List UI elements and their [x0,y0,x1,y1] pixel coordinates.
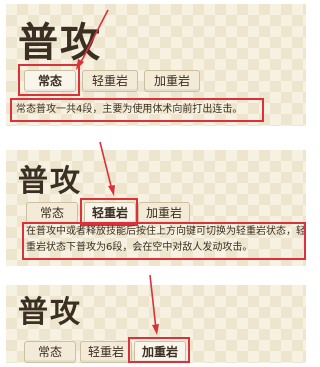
tab-normal[interactable]: 常态 [24,341,76,363]
tab-description: 在普攻中或者释放技能后按住上方向键可切换为轻重岩状态，轻重岩状态下普攻为6段，会… [26,226,306,253]
tab-description: 常态普攻一共4段，主要为使用体术向前打出连击。 [16,104,243,115]
tab-light-heavy-rock[interactable]: 轻重岩 [80,341,132,363]
pointer-arrow-icon [149,274,159,335]
pointer-arrow-icon [99,141,115,196]
tab-heavy-rock[interactable]: 加重岩 [134,341,186,363]
panel-title: 普攻 [18,164,82,199]
tab-normal[interactable]: 常态 [26,202,78,224]
pointer-arrow-icon [76,9,109,70]
tab-heavy-rock[interactable]: 加重岩 [144,70,200,92]
attack-panel-1: 普攻 常态 轻重岩 加重岩 常态普攻一共4段，主要为使用体术向前打出连击。 [6,4,306,126]
panel-title: 普攻 [18,295,82,330]
tab-heavy-rock[interactable]: 加重岩 [138,202,190,224]
tab-light-heavy-rock[interactable]: 轻重岩 [84,202,136,224]
attack-panel-2: 普攻 常态 轻重岩 加重岩 在普攻中或者释放技能后按住上方向键可切换为轻重岩状态… [6,141,306,266]
attack-panel-3: 普攻 常态 轻重岩 加重岩 [6,274,306,363]
